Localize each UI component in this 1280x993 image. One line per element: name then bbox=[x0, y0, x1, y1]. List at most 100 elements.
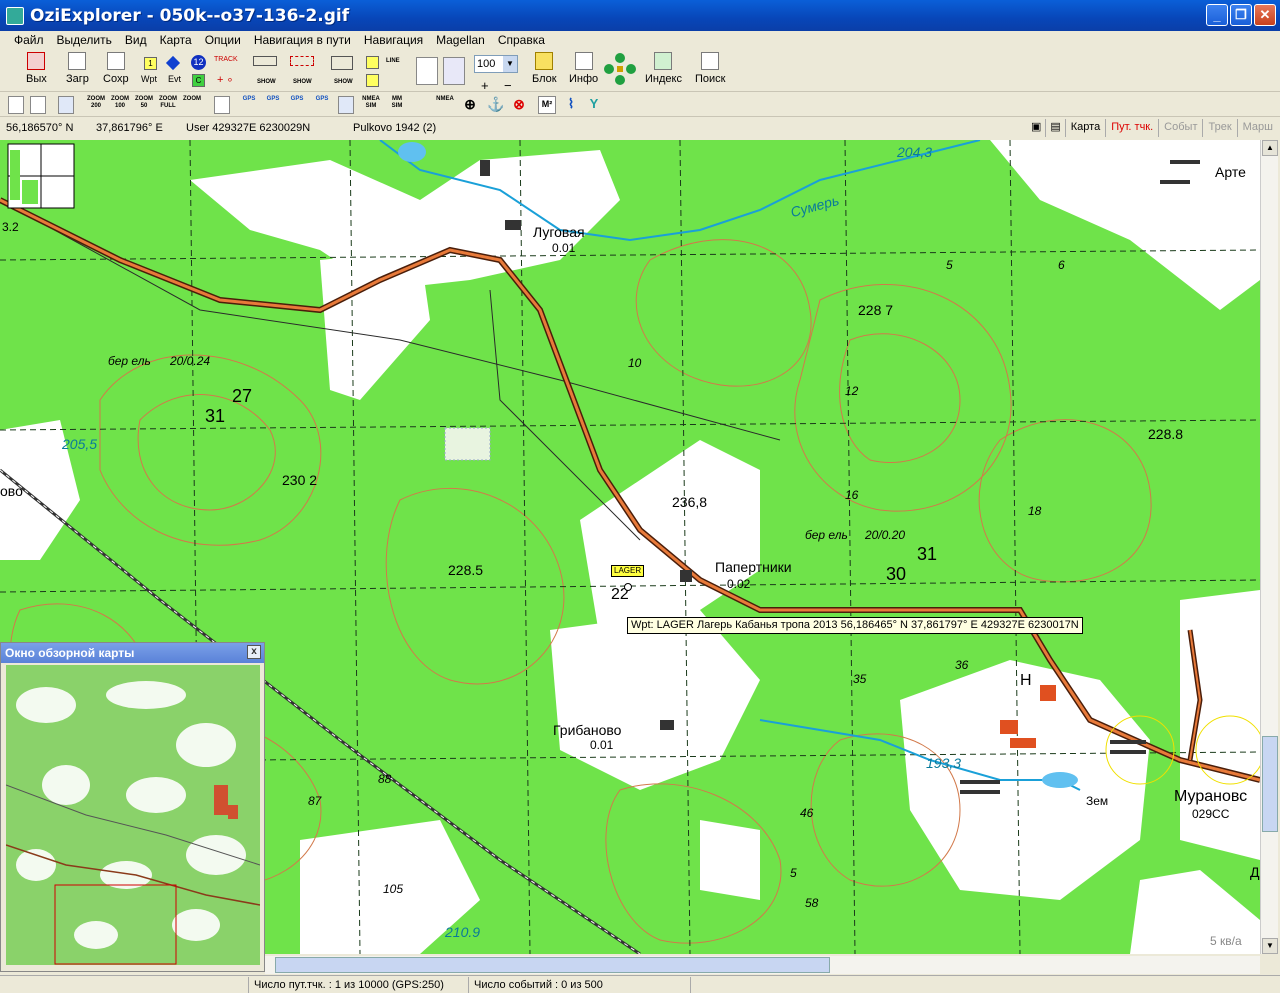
waypoint-count: Число пут.тчк. : 1 из 10000 (GPS:250) bbox=[254, 979, 444, 991]
route-number-icon[interactable]: 12 bbox=[191, 55, 206, 70]
route-show-icon[interactable] bbox=[331, 56, 353, 70]
antenna-icon[interactable]: Y bbox=[586, 96, 602, 114]
vertical-scrollbar[interactable]: ▲ ▼ bbox=[1260, 140, 1278, 954]
list-icon-2[interactable] bbox=[366, 74, 379, 87]
mm-sim-button[interactable]: MM SIM bbox=[388, 96, 406, 114]
zoom-out-icon[interactable]: − bbox=[504, 78, 512, 93]
waypoint-show-icon[interactable] bbox=[290, 56, 314, 66]
exit-button[interactable]: Вых bbox=[26, 52, 47, 85]
menu-map[interactable]: Карта bbox=[160, 33, 192, 47]
menu-select[interactable]: Выделить bbox=[57, 33, 112, 47]
exit-label: Вых bbox=[26, 73, 47, 85]
scroll-up-icon[interactable]: ▲ bbox=[1262, 140, 1278, 156]
overview-map[interactable] bbox=[6, 665, 260, 965]
wpt-label: Wpt bbox=[141, 74, 158, 84]
label-5b: 5 bbox=[790, 866, 797, 880]
window-zoom-icon[interactable] bbox=[443, 57, 465, 85]
map-tool-icon[interactable] bbox=[30, 96, 46, 114]
map-window-icon[interactable] bbox=[58, 96, 74, 114]
zoom-full-button[interactable]: ZOOM FULL bbox=[157, 96, 179, 114]
overview-map-image bbox=[6, 681, 260, 965]
pan-arrows-icon[interactable] bbox=[604, 53, 636, 85]
zoom-200-button[interactable]: ZOOM 200 bbox=[85, 96, 107, 114]
track-label[interactable]: TRACK bbox=[214, 56, 238, 63]
waypoint-flag[interactable]: LAGER bbox=[611, 565, 645, 577]
tab-route[interactable]: Марш bbox=[1236, 119, 1278, 137]
anchor-icon[interactable]: ⚓ bbox=[487, 96, 504, 114]
menu-moving-nav[interactable]: Навигация в пути bbox=[254, 33, 351, 47]
label-3-2: 3.2 bbox=[2, 220, 19, 234]
label-18: 18 bbox=[1028, 504, 1042, 518]
event-count: Число событий : 0 из 500 bbox=[474, 979, 603, 991]
label-grid-31b: 31 bbox=[917, 544, 938, 564]
load-button[interactable]: Загр bbox=[66, 52, 89, 85]
label-lugovaya: Луговая bbox=[533, 224, 585, 240]
index-button[interactable]: Индекс bbox=[645, 52, 682, 85]
move-map-icon[interactable] bbox=[8, 96, 24, 114]
close-button[interactable]: ✕ bbox=[1254, 4, 1276, 26]
track-show-icon[interactable] bbox=[253, 56, 277, 66]
tab-events[interactable]: Событ bbox=[1158, 119, 1202, 137]
zoom-level-select[interactable]: 100 ▼ bbox=[474, 55, 518, 73]
zoom-100-button[interactable]: ZOOM 100 bbox=[109, 96, 131, 114]
route-c-icon[interactable]: C bbox=[192, 74, 205, 87]
screenshot-icon[interactable]: ▣ bbox=[1027, 119, 1045, 137]
tab-track[interactable]: Трек bbox=[1202, 119, 1236, 137]
gps-button-2[interactable]: GPS bbox=[264, 96, 282, 114]
tab-waypoints[interactable]: Пут. тчк. bbox=[1105, 119, 1158, 137]
label-10: 10 bbox=[628, 356, 642, 370]
save-data-icon[interactable]: ▤ bbox=[1045, 119, 1064, 137]
print-icon[interactable] bbox=[214, 96, 230, 114]
horizontal-scroll-thumb[interactable] bbox=[275, 957, 830, 973]
horizontal-scrollbar[interactable] bbox=[265, 956, 1260, 974]
menu-file[interactable]: Файл bbox=[14, 33, 44, 47]
event-diamond-icon[interactable] bbox=[165, 55, 181, 71]
menu-navigation[interactable]: Навигация bbox=[364, 33, 423, 47]
chevron-down-icon[interactable]: ▼ bbox=[503, 56, 517, 72]
vertical-scroll-thumb[interactable] bbox=[1262, 736, 1278, 832]
label-zem: Зем bbox=[1086, 794, 1109, 808]
zoom-button[interactable]: ZOOM bbox=[181, 96, 203, 114]
profile-chart-icon[interactable]: ⌇ bbox=[562, 96, 580, 114]
block-button[interactable]: Блок bbox=[532, 52, 557, 85]
gps-button-4[interactable]: GPS bbox=[313, 96, 331, 114]
info-button[interactable]: Инфо bbox=[569, 52, 598, 85]
scroll-down-icon[interactable]: ▼ bbox=[1262, 938, 1278, 954]
list-icon-1[interactable] bbox=[366, 56, 379, 69]
save-label: Сохр bbox=[103, 73, 129, 85]
show-label-2: SHOW bbox=[293, 79, 312, 85]
label-6: 6 bbox=[1058, 258, 1065, 272]
gps-button-3[interactable]: GPS bbox=[288, 96, 306, 114]
label-88: 88 bbox=[378, 772, 392, 786]
search-button[interactable]: Поиск bbox=[695, 52, 725, 85]
overview-close-button[interactable]: x bbox=[247, 645, 261, 659]
waypoint-icon[interactable]: 1 bbox=[144, 57, 157, 70]
crosshair-icon[interactable]: ⊕ bbox=[462, 96, 478, 114]
tab-map[interactable]: Карта bbox=[1064, 119, 1105, 137]
maximize-button[interactable]: ❐ bbox=[1230, 4, 1252, 26]
zoom-50-button[interactable]: ZOOM 50 bbox=[133, 96, 155, 114]
area-button[interactable]: M² bbox=[538, 96, 556, 114]
gps-button-1[interactable]: GPS bbox=[240, 96, 258, 114]
stop-icon[interactable]: ⊗ bbox=[511, 96, 527, 114]
save-button[interactable]: Сохр bbox=[103, 52, 129, 85]
folder-load-icon bbox=[68, 52, 87, 70]
menu-help[interactable]: Справка bbox=[498, 33, 545, 47]
index-map-icon bbox=[654, 52, 673, 70]
label-58: 58 bbox=[805, 896, 819, 910]
zoom-in-icon[interactable]: + bbox=[481, 78, 489, 93]
magnifier-icon[interactable] bbox=[416, 57, 438, 85]
waypoint-marker-icon[interactable] bbox=[624, 583, 632, 591]
line-label[interactable]: LINE bbox=[386, 58, 400, 64]
label-5a: 5 bbox=[946, 258, 953, 272]
nmea-button[interactable]: NMEA bbox=[436, 96, 454, 114]
label-frac-1: 20/0.24 bbox=[170, 354, 211, 368]
menu-view[interactable]: Вид bbox=[125, 33, 147, 47]
track-add-icon[interactable]: + ∘ bbox=[217, 73, 233, 86]
nmea-sim-button[interactable]: NMEA SIM bbox=[362, 96, 380, 114]
menu-magellan[interactable]: Magellan bbox=[436, 33, 485, 47]
label-papertniki: Папертники bbox=[715, 559, 792, 575]
minimize-button[interactable]: _ bbox=[1206, 4, 1228, 26]
menu-options[interactable]: Опции bbox=[205, 33, 241, 47]
gps-transfer-icon[interactable] bbox=[338, 96, 354, 114]
